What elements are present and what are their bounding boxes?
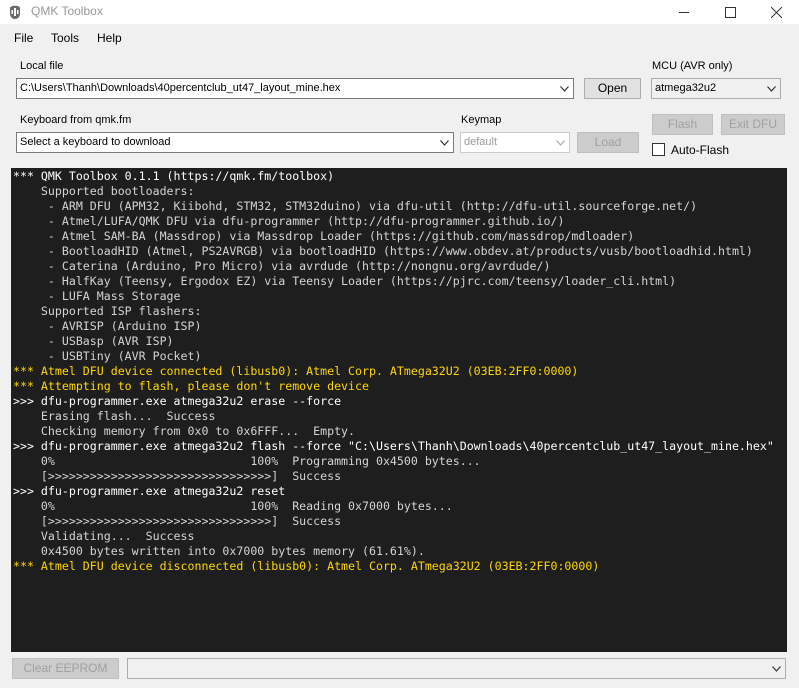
qmk-logo-icon	[10, 5, 20, 19]
console-line: Supported ISP flashers:	[13, 304, 202, 318]
console-line: - Caterina (Arduino, Pro Micro) via avrd…	[13, 259, 551, 273]
clear-eeprom-button[interactable]: Clear EEPROM	[12, 658, 119, 679]
console-line: [>>>>>>>>>>>>>>>>>>>>>>>>>>>>>>>>] Succe…	[13, 514, 342, 528]
keyboard-select[interactable]: Select a keyboard to download	[16, 132, 454, 153]
mcu-label: MCU (AVR only)	[652, 60, 733, 72]
console-line: - USBasp (AVR ISP)	[13, 334, 174, 348]
console-line: - AVRISP (Arduino ISP)	[13, 319, 202, 333]
local-file-path-combo[interactable]: C:\Users\Thanh\Downloads\40percentclub_u…	[16, 78, 574, 99]
chevron-down-icon	[772, 666, 781, 672]
console-line: Supported bootloaders:	[13, 184, 195, 198]
console-line: Erasing flash... Success	[13, 409, 216, 423]
console-log[interactable]: *** QMK Toolbox 0.1.1 (https://qmk.fm/to…	[11, 168, 787, 652]
maximize-button[interactable]	[707, 0, 753, 24]
maximize-icon	[724, 6, 736, 18]
chevron-down-icon	[560, 86, 569, 92]
keyboard-placeholder: Select a keyboard to download	[20, 136, 171, 148]
console-line: >>> dfu-programmer.exe atmega32u2 erase …	[13, 394, 342, 408]
chevron-down-icon	[556, 140, 565, 146]
mcu-value: atmega32u2	[655, 82, 717, 94]
local-file-label: Local file	[20, 60, 64, 72]
console-line: [>>>>>>>>>>>>>>>>>>>>>>>>>>>>>>>>] Succe…	[13, 469, 342, 483]
console-line: - Atmel SAM-BA (Massdrop) via Massdrop L…	[13, 229, 635, 243]
window-title: QMK Toolbox	[31, 4, 103, 18]
console-line: *** Attempting to flash, please don't re…	[13, 379, 369, 393]
console-line: - Atmel/LUFA/QMK DFU via dfu-programmer …	[13, 214, 565, 228]
local-file-path-value: C:\Users\Thanh\Downloads\40percentclub_u…	[20, 82, 341, 94]
keymap-value: default	[464, 136, 498, 148]
auto-flash-label: Auto-Flash	[671, 143, 730, 157]
console-line: 0% 100% Programming 0x4500 bytes...	[13, 454, 481, 468]
keymap-label: Keymap	[461, 114, 502, 126]
console-line: - USBTiny (AVR Pocket)	[13, 349, 202, 363]
title-bar: QMK Toolbox	[0, 0, 799, 24]
open-button[interactable]: Open	[584, 78, 641, 99]
minimize-button[interactable]	[661, 0, 707, 24]
minimize-icon	[679, 12, 689, 13]
console-line: - BootloadHID (Atmel, PS2AVRGB) via boot…	[13, 244, 753, 258]
console-line: *** Atmel DFU device connected (libusb0)…	[13, 364, 579, 378]
flash-button[interactable]: Flash	[652, 114, 713, 135]
menu-bar: File Tools Help	[0, 27, 799, 49]
device-select[interactable]	[127, 658, 786, 679]
mcu-select[interactable]: atmega32u2	[651, 78, 781, 99]
menu-tools[interactable]: Tools	[51, 31, 79, 45]
chevron-down-icon	[767, 86, 776, 92]
console-line: Validating... Success	[13, 529, 195, 543]
console-line: *** QMK Toolbox 0.1.1 (https://qmk.fm/to…	[13, 169, 335, 183]
console-line: Checking memory from 0x0 to 0x6FFF... Em…	[13, 424, 356, 438]
exit-dfu-button[interactable]: Exit DFU	[721, 114, 785, 135]
keymap-select[interactable]: default	[460, 132, 570, 153]
console-line: - ARM DFU (APM32, Kiibohd, STM32, STM32d…	[13, 199, 698, 213]
menu-help[interactable]: Help	[97, 31, 122, 45]
console-line: >>> dfu-programmer.exe atmega32u2 reset	[13, 484, 286, 498]
console-line: >>> dfu-programmer.exe atmega32u2 flash …	[13, 439, 774, 453]
keyboard-label: Keyboard from qmk.fm	[20, 114, 132, 126]
console-line: - HalfKay (Teensy, Ergodox EZ) via Teens…	[13, 274, 677, 288]
console-line: 0% 100% Reading 0x7000 bytes...	[13, 499, 453, 513]
menu-file[interactable]: File	[14, 31, 33, 45]
close-icon	[770, 6, 782, 18]
chevron-down-icon	[440, 140, 449, 146]
auto-flash-checkbox[interactable]	[652, 143, 665, 156]
load-button[interactable]: Load	[577, 132, 639, 153]
console-line: - LUFA Mass Storage	[13, 289, 181, 303]
close-button[interactable]	[753, 0, 799, 24]
console-line: 0x4500 bytes written into 0x7000 bytes m…	[13, 544, 425, 558]
console-line: *** Atmel DFU device disconnected (libus…	[13, 559, 600, 573]
